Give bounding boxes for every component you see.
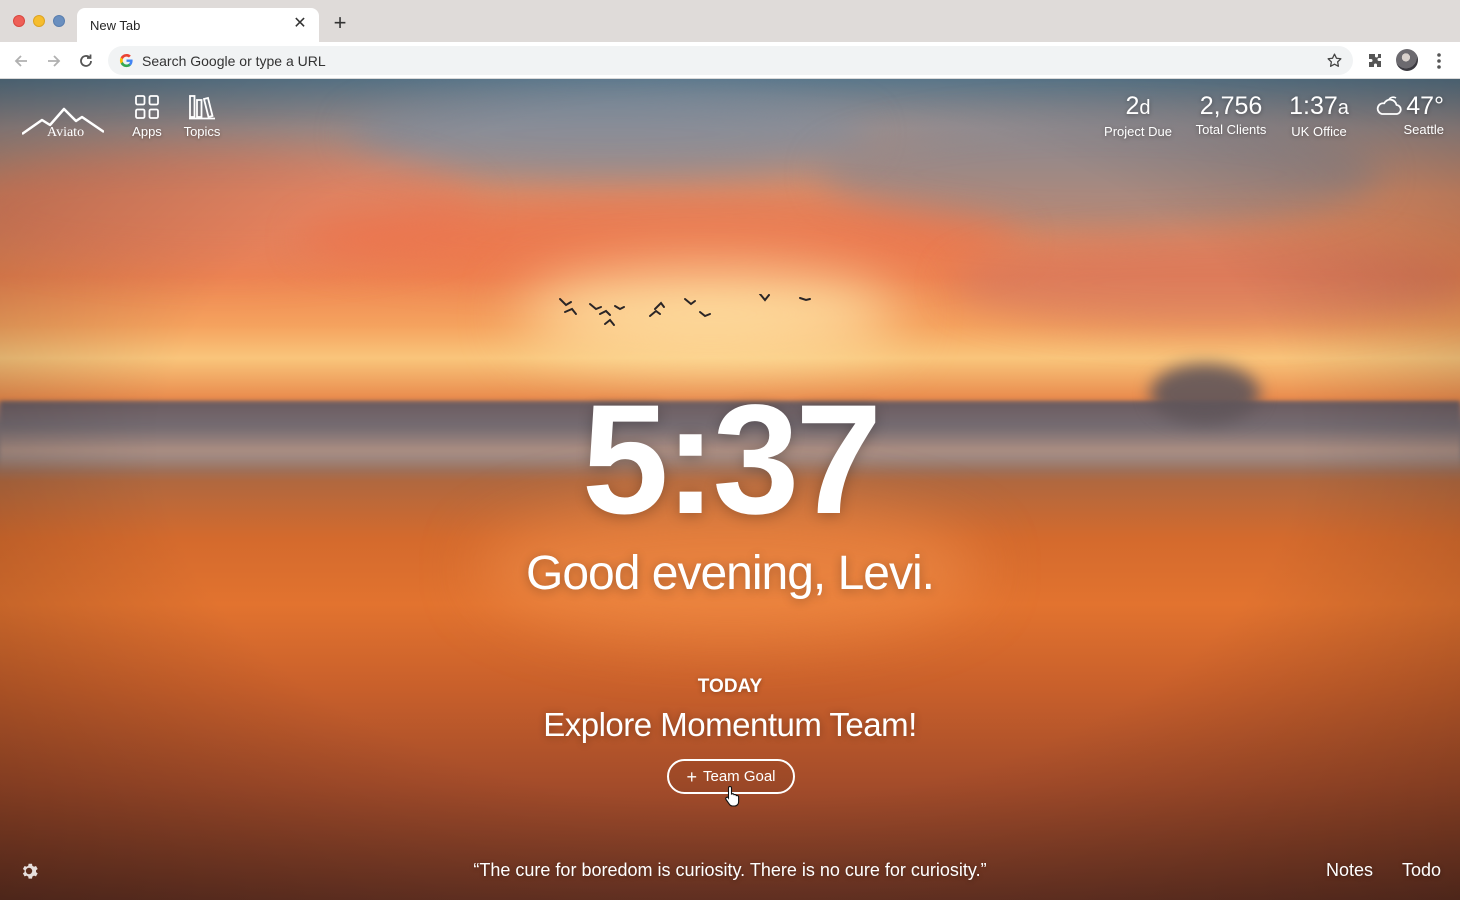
profile-avatar[interactable] <box>1396 49 1418 71</box>
topics-books-icon <box>189 95 215 120</box>
metric-value: 1:37 <box>1289 92 1338 120</box>
browser-titlebar: New Tab ✕ + <box>0 0 1460 42</box>
new-tab-plus-icon[interactable]: + <box>330 12 350 34</box>
nav-topics-label: Topics <box>183 124 221 139</box>
minimize-window-button[interactable] <box>33 15 45 27</box>
main-clock: 5:37 <box>581 373 882 547</box>
reload-icon[interactable] <box>75 50 97 72</box>
metric-unit: a <box>1337 97 1349 119</box>
hand-pointer-cursor-icon <box>725 785 740 807</box>
metric-value: 2,756 <box>1199 92 1263 120</box>
omnibox-placeholder: Search Google or type a URL <box>142 53 326 69</box>
brand-name: Aviato <box>47 125 85 140</box>
google-g-icon <box>119 53 133 68</box>
team-goal-label: Team Goal <box>702 768 776 785</box>
metric-label: Total Clients <box>1195 122 1267 137</box>
metric-unit: d <box>1139 97 1151 119</box>
bookmark-star-icon[interactable] <box>1326 52 1343 69</box>
nav-apps[interactable]: Apps <box>117 94 177 139</box>
weather-widget[interactable]: 47° Seattle <box>1366 90 1444 138</box>
notes-link[interactable]: Notes <box>1326 860 1373 881</box>
weather-temperature: 47° <box>1406 92 1444 120</box>
more-menu-icon[interactable] <box>1430 51 1448 71</box>
metric-project-due[interactable]: 2d Project Due <box>1098 90 1178 140</box>
weather-location: Seattle <box>1403 122 1444 137</box>
cloud-icon <box>1376 96 1402 115</box>
greeting: Good evening, Levi. <box>526 547 935 600</box>
tab-title: New Tab <box>90 18 141 33</box>
back-arrow-icon[interactable] <box>10 50 32 72</box>
metric-label: Project Due <box>1104 124 1172 139</box>
close-window-button[interactable] <box>13 15 25 27</box>
metric-total-clients[interactable]: 2,756 Total Clients <box>1190 90 1272 138</box>
close-tab-icon[interactable]: ✕ <box>291 15 309 33</box>
metric-label: UK Office <box>1291 124 1347 139</box>
browser-tab[interactable]: New Tab ✕ <box>77 8 319 42</box>
omnibox[interactable]: Search Google or type a URL <box>108 46 1353 75</box>
daily-quote[interactable]: “The cure for boredom is curiosity. Ther… <box>0 860 1460 881</box>
metric-uk-office-clock[interactable]: 1:37a UK Office <box>1285 90 1353 140</box>
extensions-puzzle-icon[interactable] <box>1365 51 1385 71</box>
todo-link[interactable]: Todo <box>1402 860 1441 881</box>
metric-value: 2 <box>1125 92 1140 120</box>
apps-grid-icon <box>135 95 159 119</box>
nav-topics[interactable]: Topics <box>172 94 232 139</box>
browser-toolbar: Search Google or type a URL <box>0 42 1460 79</box>
zoom-window-button[interactable] <box>53 15 65 27</box>
plus-icon: + <box>686 766 697 787</box>
birds-decoration <box>559 294 811 326</box>
nav-apps-label: Apps <box>132 124 162 139</box>
focus-today-label: TODAY <box>697 676 763 697</box>
forward-arrow-icon[interactable] <box>43 50 65 72</box>
focus-text[interactable]: Explore Momentum Team! <box>0 706 1460 744</box>
